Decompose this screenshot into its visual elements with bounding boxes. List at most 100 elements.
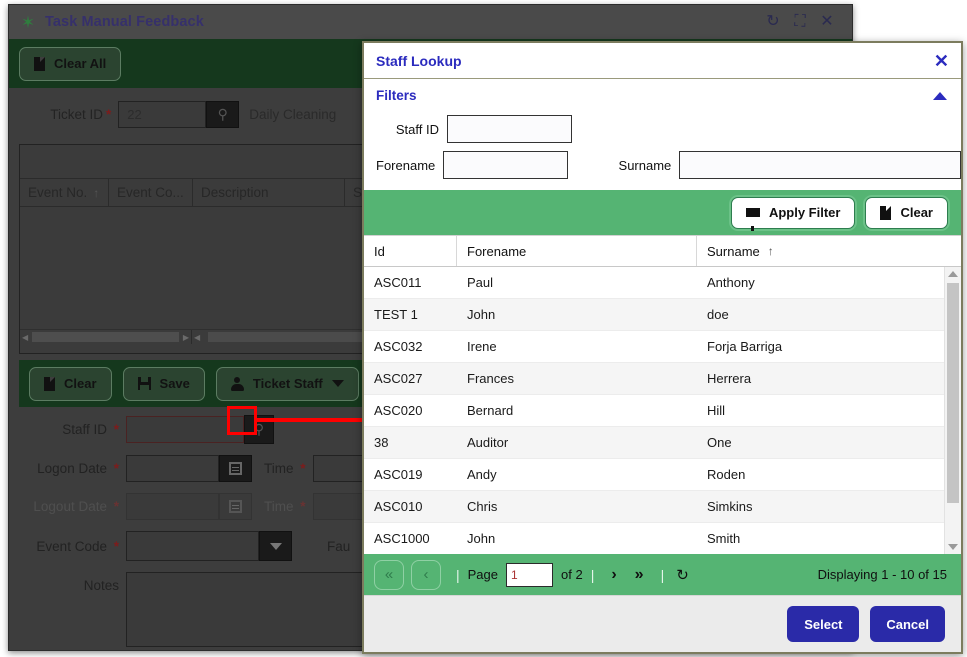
scrollbar-thumb[interactable] [947,283,959,503]
cell-id: ASC011 [374,275,422,290]
logon-date-input[interactable] [126,455,219,482]
filter-staff-id-input[interactable] [447,115,572,143]
document-icon [880,205,892,220]
filter-surname-label: Surname [618,157,672,173]
save-label: Save [159,376,190,391]
column-description[interactable]: Description [193,179,345,206]
ticket-id-label: Ticket ID [50,107,103,122]
select-button[interactable]: Select [787,606,860,642]
results-grid-body: ASC011 Paul Anthony TEST 1 John doe ASC032 Iren… [364,267,944,554]
chevron-down-icon[interactable] [259,531,292,561]
cell-id: ASC027 [374,371,423,386]
chevron-down-icon[interactable] [331,380,344,387]
cell-surname: Smith [707,531,741,546]
column-id[interactable]: Id [364,236,457,266]
cell-id: TEST 1 [374,307,418,322]
dialog-header: Staff Lookup ✕ [364,43,961,79]
ticket-id-row: Ticket ID * 22 ⚲ Daily Cleaning [31,101,336,128]
notes-label: Notes [83,578,119,593]
ticket-staff-button[interactable]: Ticket Staff [215,366,359,401]
results-grid-body-wrap: ASC011 Paul Anthony TEST 1 John doe ASC032 Iren… [364,267,961,554]
close-icon[interactable]: ✕ [818,13,836,31]
column-event-code[interactable]: Event Co... [109,179,193,206]
logon-time-input[interactable] [312,455,369,482]
column-forename[interactable]: Forename [457,236,697,266]
refresh-icon[interactable]: ↻ [672,566,693,584]
cell-forename: Bernard [467,403,514,418]
filters-header[interactable]: Filters [364,79,961,107]
column-event-no[interactable]: Event No. ↑ [20,179,109,206]
logon-time-label: Time * [264,461,306,476]
dialog-footer: Select Cancel [364,595,961,652]
cell-surname: Forja Barriga [707,339,783,354]
last-page-button[interactable]: » [626,566,653,584]
cell-id: ASC019 [374,467,423,482]
filter-staff-id-label: Staff ID [395,121,439,137]
filter-forename-input[interactable] [443,151,569,179]
table-row[interactable]: ASC027 Frances Herrera [364,363,944,395]
table-row[interactable]: ASC1000 John Smith [364,523,944,554]
column-surname-label: Surname [707,243,760,259]
filters-section: Filters Staff ID Forename Surname Apply … [364,79,961,235]
scroll-down-icon[interactable] [948,544,958,550]
table-row[interactable]: ASC010 Chris Simkins [364,491,944,523]
event-code-label: Event Code * [36,538,119,554]
table-row[interactable]: ASC032 Irene Forja Barriga [364,331,944,363]
save-button[interactable]: Save [122,366,205,401]
pager-separator: | [456,566,460,583]
cancel-button[interactable]: Cancel [870,606,945,642]
cell-forename: Chris [467,499,498,514]
highlight-box-staff-id-search [227,406,257,435]
floppy-disk-icon [137,377,151,390]
notes-textarea[interactable] [126,572,366,647]
table-row[interactable]: ASC019 Andy Roden [364,459,944,491]
cell-forename: Irene [467,339,497,354]
cell-forename: Andy [467,467,497,482]
refresh-icon[interactable]: ↻ [764,13,782,31]
apply-filter-button[interactable]: Apply Filter [730,196,856,231]
filter-surname-input[interactable] [679,151,961,179]
page-number-input[interactable] [506,562,554,587]
highlight-arrow [256,411,383,429]
results-grid-scrollbar[interactable] [944,267,961,554]
cell-forename: John [467,531,496,546]
cell-id: ASC010 [374,499,423,514]
dialog-title: Staff Lookup [376,52,462,69]
background-window-titlebar: ✶ Task Manual Feedback ↻ ⛶ ✕ [9,5,852,41]
clear-all-button[interactable]: Clear All [19,46,122,81]
clear-button[interactable]: Clear [29,366,112,401]
chevron-up-icon[interactable] [933,91,947,100]
maximize-icon[interactable]: ⛶ [791,13,809,31]
cell-forename: John [467,307,496,322]
pagination-status: Displaying 1 - 10 of 15 [817,567,947,582]
scroll-up-icon[interactable] [948,271,958,277]
close-icon[interactable]: ✕ [934,52,949,70]
table-row[interactable]: ASC011 Paul Anthony [364,267,944,299]
screen-root: ✶ Task Manual Feedback ↻ ⛶ ✕ Clear All T… [0,0,967,657]
cell-surname: Simkins [707,499,753,514]
ticket-id-input[interactable]: 22 [118,101,207,128]
page-total-label: of 2 [561,567,583,582]
calendar-icon [219,493,252,520]
table-row[interactable]: ASC020 Bernard Hill [364,395,944,427]
funnel-icon [745,208,760,231]
cell-id: ASC032 [374,339,423,354]
table-row[interactable]: 38 Auditor One [364,427,944,459]
next-page-button[interactable]: › [602,566,625,584]
clear-filter-label: Clear [900,205,933,220]
previous-page-button[interactable]: ‹ [411,559,441,590]
clear-filter-button[interactable]: Clear [865,196,948,229]
filters-action-bar: Apply Filter Clear [364,190,961,235]
filter-row-names: Forename Surname [364,151,961,179]
table-row[interactable]: TEST 1 John doe [364,299,944,331]
first-page-button[interactable]: « [374,559,404,590]
column-surname[interactable]: Surname ↑ [697,236,961,266]
logon-date-label: Logon Date * [37,461,119,476]
calendar-icon[interactable] [219,455,252,482]
ticket-id-search-icon[interactable]: ⚲ [206,101,240,128]
horizontal-scrollbar-left[interactable]: ◀ ▶ [20,330,192,344]
sort-asc-icon: ↑ [93,185,100,200]
gear-icon: ✶ [20,12,36,32]
cell-surname: Anthony [707,275,755,290]
event-code-select[interactable] [126,531,259,561]
